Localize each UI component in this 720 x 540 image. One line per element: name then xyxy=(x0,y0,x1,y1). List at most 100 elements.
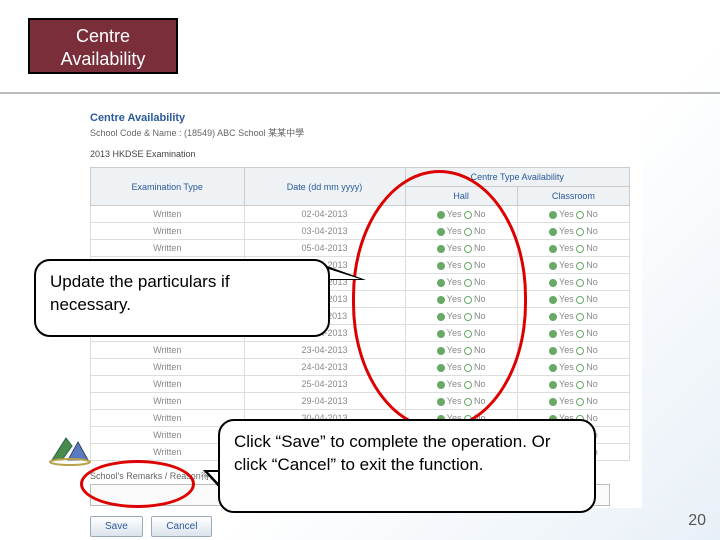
radio-no-icon[interactable] xyxy=(464,211,472,219)
cell-classroom[interactable]: Yes No xyxy=(517,274,629,291)
radio-yes-icon[interactable] xyxy=(549,398,557,406)
radio-no-icon[interactable] xyxy=(576,262,584,270)
cell-type: Written xyxy=(91,359,245,376)
table-row: Written23-04-2013Yes NoYes No xyxy=(91,342,630,359)
radio-no-icon[interactable] xyxy=(576,296,584,304)
col-classroom: Classroom xyxy=(517,187,629,206)
cell-hall[interactable]: Yes No xyxy=(405,291,517,308)
radio-yes-icon[interactable] xyxy=(549,364,557,372)
radio-yes-icon[interactable] xyxy=(437,330,445,338)
radio-no-icon[interactable] xyxy=(576,381,584,389)
cell-classroom[interactable]: Yes No xyxy=(517,359,629,376)
radio-yes-icon[interactable] xyxy=(437,211,445,219)
cell-type: Written xyxy=(91,393,245,410)
radio-no-icon[interactable] xyxy=(464,364,472,372)
radio-no-icon[interactable] xyxy=(576,279,584,287)
cell-hall[interactable]: Yes No xyxy=(405,274,517,291)
radio-yes-icon[interactable] xyxy=(549,228,557,236)
radio-no-icon[interactable] xyxy=(464,296,472,304)
radio-yes-icon[interactable] xyxy=(549,347,557,355)
radio-yes-icon[interactable] xyxy=(437,228,445,236)
radio-no-icon[interactable] xyxy=(464,313,472,321)
radio-yes-icon[interactable] xyxy=(549,211,557,219)
radio-yes-icon[interactable] xyxy=(549,313,557,321)
radio-no-icon[interactable] xyxy=(576,211,584,219)
cell-date: 25-04-2013 xyxy=(244,376,405,393)
radio-no-icon[interactable] xyxy=(464,381,472,389)
radio-no-icon[interactable] xyxy=(464,245,472,253)
cell-classroom[interactable]: Yes No xyxy=(517,342,629,359)
radio-yes-icon[interactable] xyxy=(437,245,445,253)
cancel-button[interactable]: Cancel xyxy=(151,516,212,537)
radio-yes-icon[interactable] xyxy=(437,364,445,372)
radio-yes-icon[interactable] xyxy=(549,296,557,304)
radio-yes-icon[interactable] xyxy=(437,398,445,406)
radio-no-icon[interactable] xyxy=(464,262,472,270)
cell-classroom[interactable]: Yes No xyxy=(517,393,629,410)
col-date: Date (dd mm yyyy) xyxy=(244,168,405,206)
radio-yes-icon[interactable] xyxy=(437,347,445,355)
slide-title: Centre Availability xyxy=(61,26,146,69)
cell-hall[interactable]: Yes No xyxy=(405,223,517,240)
school-info: School Code & Name : (18549) ABC School … xyxy=(90,126,642,139)
app-heading: Centre Availability xyxy=(90,112,642,124)
cell-hall[interactable]: Yes No xyxy=(405,257,517,274)
radio-no-icon[interactable] xyxy=(576,398,584,406)
cell-date: 02-04-2013 xyxy=(244,206,405,223)
cell-hall[interactable]: Yes No xyxy=(405,376,517,393)
cell-type: Written xyxy=(91,376,245,393)
cell-classroom[interactable]: Yes No xyxy=(517,308,629,325)
save-button[interactable]: Save xyxy=(90,516,143,537)
radio-no-icon[interactable] xyxy=(464,347,472,355)
radio-yes-icon[interactable] xyxy=(549,279,557,287)
table-row: Written25-04-2013Yes NoYes No xyxy=(91,376,630,393)
cell-date: 03-04-2013 xyxy=(244,223,405,240)
radio-yes-icon[interactable] xyxy=(437,313,445,321)
radio-yes-icon[interactable] xyxy=(549,245,557,253)
cell-hall[interactable]: Yes No xyxy=(405,342,517,359)
radio-no-icon[interactable] xyxy=(576,228,584,236)
radio-no-icon[interactable] xyxy=(576,364,584,372)
radio-yes-icon[interactable] xyxy=(437,296,445,304)
cell-classroom[interactable]: Yes No xyxy=(517,223,629,240)
radio-yes-icon[interactable] xyxy=(437,381,445,389)
callout-update-text: Update the particulars if necessary. xyxy=(50,272,230,314)
cell-classroom[interactable]: Yes No xyxy=(517,291,629,308)
radio-yes-icon[interactable] xyxy=(437,262,445,270)
cell-date: 05-04-2013 xyxy=(244,240,405,257)
cell-classroom[interactable]: Yes No xyxy=(517,325,629,342)
callout-update: Update the particulars if necessary. xyxy=(34,259,330,337)
cell-type: Written xyxy=(91,206,245,223)
radio-yes-icon[interactable] xyxy=(437,279,445,287)
radio-no-icon[interactable] xyxy=(464,279,472,287)
radio-no-icon[interactable] xyxy=(464,398,472,406)
cell-date: 24-04-2013 xyxy=(244,359,405,376)
col-group: Centre Type Availability xyxy=(405,168,630,187)
cell-hall[interactable]: Yes No xyxy=(405,240,517,257)
cell-classroom[interactable]: Yes No xyxy=(517,376,629,393)
cell-date: 29-04-2013 xyxy=(244,393,405,410)
col-hall: Hall xyxy=(405,187,517,206)
radio-no-icon[interactable] xyxy=(576,245,584,253)
cell-classroom[interactable]: Yes No xyxy=(517,240,629,257)
radio-yes-icon[interactable] xyxy=(549,330,557,338)
radio-no-icon[interactable] xyxy=(464,228,472,236)
cell-hall[interactable]: Yes No xyxy=(405,308,517,325)
cell-hall[interactable]: Yes No xyxy=(405,359,517,376)
cell-classroom[interactable]: Yes No xyxy=(517,257,629,274)
radio-no-icon[interactable] xyxy=(576,347,584,355)
radio-no-icon[interactable] xyxy=(464,330,472,338)
button-row: Save Cancel xyxy=(90,516,642,537)
cell-hall[interactable]: Yes No xyxy=(405,393,517,410)
callout-save-text: Click “Save” to complete the operation. … xyxy=(234,432,551,474)
cell-hall[interactable]: Yes No xyxy=(405,206,517,223)
radio-yes-icon[interactable] xyxy=(549,262,557,270)
radio-yes-icon[interactable] xyxy=(549,381,557,389)
page-number: 20 xyxy=(688,512,706,530)
radio-no-icon[interactable] xyxy=(576,313,584,321)
radio-no-icon[interactable] xyxy=(576,330,584,338)
cell-hall[interactable]: Yes No xyxy=(405,325,517,342)
slide-title-box: Centre Availability xyxy=(28,18,178,74)
cell-classroom[interactable]: Yes No xyxy=(517,206,629,223)
table-row: Written03-04-2013Yes NoYes No xyxy=(91,223,630,240)
